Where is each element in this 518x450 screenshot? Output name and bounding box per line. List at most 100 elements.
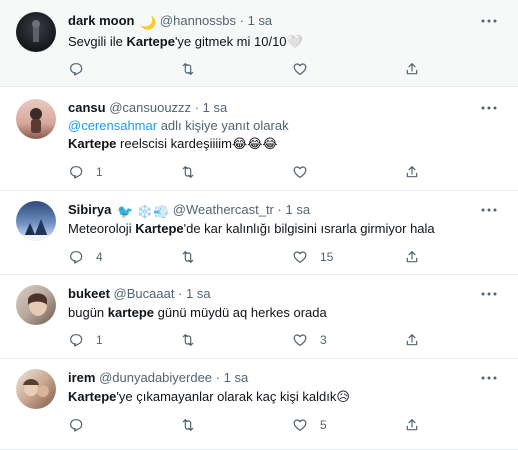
- like-button[interactable]: [292, 60, 320, 78]
- reply-context-label: adlı kişiye yanıt olarak: [157, 118, 289, 133]
- reply-count: 1: [96, 165, 103, 179]
- reply-icon: [70, 166, 83, 179]
- share-button[interactable]: [404, 60, 420, 78]
- avatar[interactable]: [16, 201, 56, 241]
- share-button[interactable]: [404, 416, 420, 434]
- heart-icon: [293, 334, 307, 346]
- text-segment: 'ye çıkamayanlar olarak kaç kişi kaldık: [116, 389, 337, 404]
- keyword: Kartepe: [68, 389, 117, 404]
- text-segment: 'ye gitmek mi 10/10: [174, 34, 287, 49]
- timestamp[interactable]: 1 sa: [203, 100, 228, 115]
- author-handle[interactable]: @cansuouzzz: [109, 100, 191, 115]
- sad-emoji: 😥: [336, 389, 350, 404]
- heart-icon: [293, 251, 307, 263]
- tweet-text: bugün kartepe günü müydü aq herkes orada: [68, 304, 502, 322]
- share-icon: [406, 334, 418, 346]
- share-button[interactable]: [404, 248, 420, 266]
- reply-button[interactable]: [68, 60, 96, 78]
- retweet-button[interactable]: [180, 416, 208, 434]
- reply-button[interactable]: [68, 416, 96, 434]
- tweet-header: cansu @cansuouzzz · 1 sa: [68, 99, 478, 117]
- heart-icon: [293, 166, 307, 178]
- retweet-button[interactable]: [180, 60, 208, 78]
- avatar[interactable]: [16, 369, 56, 409]
- separator-dot: ·: [194, 100, 200, 115]
- mention-link[interactable]: @cerensahmar: [68, 118, 157, 133]
- keyword: Kartepe: [126, 34, 175, 49]
- reply-button[interactable]: 4: [68, 248, 103, 266]
- timestamp[interactable]: 1 sa: [248, 13, 273, 28]
- tweet[interactable]: bukeet @Bucaaat · 1 sa bugün kartepe gün…: [0, 275, 518, 359]
- text-segment: Meteoroloji: [68, 221, 136, 236]
- more-horizontal-icon[interactable]: [480, 201, 498, 219]
- timestamp[interactable]: 1 sa: [285, 202, 310, 217]
- tweet-feed: dark moon 🌙 @hannossbs · 1 sa Sevgili il…: [0, 0, 518, 450]
- more-horizontal-icon[interactable]: [480, 12, 498, 30]
- author-name[interactable]: irem: [68, 370, 95, 385]
- share-icon: [406, 166, 418, 178]
- timestamp[interactable]: 1 sa: [186, 286, 211, 301]
- retweet-icon: [182, 419, 194, 431]
- author-handle[interactable]: @Bucaaat: [114, 286, 175, 301]
- more-horizontal-icon[interactable]: [480, 285, 498, 303]
- heart-icon: [293, 63, 307, 75]
- reply-button[interactable]: 1: [68, 331, 103, 349]
- share-button[interactable]: [404, 331, 420, 349]
- retweet-button[interactable]: [180, 163, 208, 181]
- text-segment: Sevgili ile: [68, 34, 127, 49]
- tweet-text: Kartepe reelscisi kardeşiiiim😂😂😂: [68, 135, 502, 153]
- author-name[interactable]: bukeet: [68, 286, 110, 301]
- retweet-button[interactable]: [180, 331, 208, 349]
- author-handle[interactable]: @dunyadabiyerdee: [99, 370, 212, 385]
- share-icon: [406, 419, 418, 431]
- reply-icon: [70, 63, 83, 76]
- text-segment: günü müydü aq herkes orada: [154, 305, 327, 320]
- tweet-text: Kartepe'ye çıkamayanlar olarak kaç kişi …: [68, 388, 502, 406]
- keyword: kartepe: [107, 305, 155, 320]
- like-button[interactable]: 3: [292, 331, 327, 349]
- more-horizontal-icon[interactable]: [480, 369, 498, 387]
- tweet[interactable]: dark moon 🌙 @hannossbs · 1 sa Sevgili il…: [0, 0, 518, 87]
- tweet-header: irem @dunyadabiyerdee · 1 sa: [68, 369, 478, 387]
- reply-count: 1: [96, 333, 103, 347]
- author-name[interactable]: dark moon: [68, 13, 134, 28]
- author-handle[interactable]: @Weathercast_tr: [173, 202, 274, 217]
- text-segment: 'de kar kalınlığı bilgisini ısrarla girm…: [183, 221, 435, 236]
- separator-dot: ·: [178, 286, 183, 301]
- avatar[interactable]: [16, 99, 56, 139]
- more-horizontal-icon[interactable]: [480, 99, 498, 117]
- reply-context: @cerensahmar adlı kişiye yanıt olarak: [68, 117, 502, 135]
- keyword: Kartepe: [68, 136, 117, 151]
- timestamp[interactable]: 1 sa: [224, 370, 249, 385]
- tweet-actions: 1: [68, 163, 438, 181]
- avatar[interactable]: [16, 285, 56, 325]
- like-button[interactable]: [292, 163, 320, 181]
- tweet-header: dark moon 🌙 @hannossbs · 1 sa: [68, 12, 478, 30]
- heart-icon: [293, 419, 307, 431]
- share-button[interactable]: [404, 163, 420, 181]
- name-emoji: 🌙: [140, 15, 157, 30]
- retweet-button[interactable]: [180, 248, 208, 266]
- keyword: Kartepe: [135, 221, 184, 236]
- text-segment: reelscisi kardeşiiiim: [116, 136, 232, 151]
- retweet-icon: [182, 251, 194, 263]
- tweet-actions: 1 3: [68, 331, 438, 349]
- reply-icon: [70, 419, 83, 432]
- tweet[interactable]: cansu @cansuouzzz · 1 sa @cerensahmar ad…: [0, 87, 518, 191]
- text-segment: bugün: [68, 305, 108, 320]
- reply-button[interactable]: 1: [68, 163, 103, 181]
- tweet-header: bukeet @Bucaaat · 1 sa: [68, 285, 478, 303]
- name-emoji: 🐦 ❄️💨: [116, 204, 170, 219]
- author-name[interactable]: Sibirya: [68, 202, 111, 217]
- avatar[interactable]: [16, 12, 56, 52]
- separator-dot: ·: [239, 13, 244, 28]
- separator-dot: ·: [215, 370, 221, 385]
- author-name[interactable]: cansu: [68, 100, 106, 115]
- tweet[interactable]: Sibirya 🐦 ❄️💨 @Weathercast_tr · 1 sa Met…: [0, 191, 518, 275]
- like-button[interactable]: 15: [292, 248, 333, 266]
- tweet-actions: [68, 60, 438, 78]
- like-button[interactable]: 5: [292, 416, 327, 434]
- like-count: 5: [320, 418, 327, 432]
- author-handle[interactable]: @hannossbs: [160, 13, 236, 28]
- tweet[interactable]: irem @dunyadabiyerdee · 1 sa Kartepe'ye …: [0, 359, 518, 450]
